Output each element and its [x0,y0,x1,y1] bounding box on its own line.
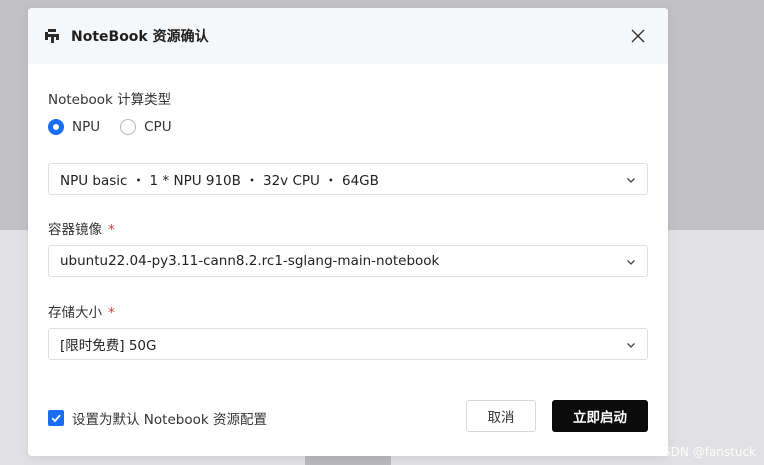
resource-confirm-dialog: NoteBook 资源确认 Notebook 计算类型 NPU CPU NPU … [28,8,668,456]
cancel-button[interactable]: 取消 [466,400,536,432]
storage-select[interactable]: [限时免费] 50G [48,328,648,360]
radio-cpu-label: CPU [144,119,172,135]
check-icon [51,414,61,423]
image-select[interactable]: ubuntu22.04-py3.11-cann8.2.rc1-sglang-ma… [48,245,648,277]
default-config-checkbox[interactable]: 设置为默认 Notebook 资源配置 [48,408,267,428]
close-button[interactable] [628,26,648,46]
image-value: ubuntu22.04-py3.11-cann8.2.rc1-sglang-ma… [60,253,440,269]
watermark: CSDN @fanstuck [654,445,756,459]
image-label-text: 容器镜像 [48,222,102,238]
notebook-logo-icon [45,29,59,43]
dialog-title: NoteBook 资源确认 [71,29,209,45]
compute-spec-select[interactable]: NPU basic ・ 1 * NPU 910B ・ 32v CPU ・ 64G… [48,163,648,195]
image-label: 容器镜像 * [48,218,115,238]
radio-cpu-indicator[interactable] [120,119,137,135]
radio-npu-indicator[interactable] [48,119,64,135]
close-icon [631,29,645,43]
chevron-down-icon [627,178,635,183]
radio-npu-label: NPU [72,119,101,135]
storage-label-text: 存储大小 [48,305,102,321]
dialog-header: NoteBook 资源确认 [28,8,668,64]
checkbox-indicator[interactable] [48,410,64,426]
radio-cpu[interactable]: CPU [120,119,172,135]
storage-label: 存储大小 * [48,301,115,321]
chevron-down-icon [627,343,635,348]
compute-type-radio-group: NPU CPU [48,119,192,135]
chevron-down-icon [627,260,635,265]
radio-npu[interactable]: NPU [48,119,100,135]
start-now-button[interactable]: 立即启动 [552,400,648,432]
compute-type-label: Notebook 计算类型 [48,92,172,108]
image-required-mark: * [108,222,115,238]
storage-value: [限时免费] 50G [60,338,157,354]
storage-required-mark: * [108,305,115,321]
default-config-label: 设置为默认 Notebook 资源配置 [72,412,267,428]
compute-spec-value: NPU basic ・ 1 * NPU 910B ・ 32v CPU ・ 64G… [60,173,379,189]
